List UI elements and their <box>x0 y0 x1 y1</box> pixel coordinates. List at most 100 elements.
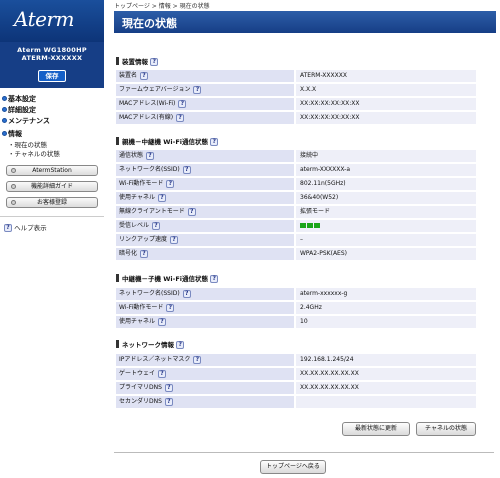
help-icon[interactable]: ? <box>140 249 149 258</box>
title-bar: 現在の状態 <box>114 11 496 33</box>
table-row: ネットワーク名(SSID)? aterm-XXXXXX-a <box>116 164 476 177</box>
help-link[interactable]: ? ヘルプ表示 <box>4 222 47 232</box>
refresh-button[interactable]: 最新状態に更新 <box>342 422 410 436</box>
row-key: Wi-Fi動作モード? <box>116 302 294 315</box>
button-label: 機能詳細ガイド <box>30 183 73 190</box>
help-icon[interactable]: ? <box>182 289 191 298</box>
table-row: Wi-Fi動作モード? 802.11n(5GHz) <box>116 178 476 191</box>
help-icon[interactable]: ? <box>193 85 202 94</box>
row-key: 使用チャネル? <box>116 192 294 205</box>
menu-item-basic-settings[interactable]: 基本設定 <box>2 94 36 104</box>
menu-label: メンテナンス <box>8 117 50 125</box>
help-label: ヘルプ表示 <box>14 224 47 232</box>
sidebar-divider <box>0 216 104 217</box>
menu-label: 情報 <box>8 130 22 138</box>
row-value: X.X.X <box>296 84 476 97</box>
help-icon[interactable]: ? <box>164 383 173 392</box>
help-icon[interactable]: ? <box>178 99 187 108</box>
row-value: 拡張モード <box>296 206 476 219</box>
back-to-top-button[interactable]: トップページへ戻る <box>260 460 326 474</box>
menu-item-advanced-settings[interactable]: 詳細設定 <box>2 105 36 115</box>
bullet-icon <box>2 107 7 112</box>
table-row: ネットワーク名(SSID)? aterm-xxxxxx-g <box>116 288 476 301</box>
row-key: ネットワーク名(SSID)? <box>116 288 294 301</box>
device-id: ATERM-XXXXXX <box>21 54 83 62</box>
help-icon[interactable]: ? <box>146 151 155 160</box>
section-header-device-info: 装置情報 ? <box>116 55 494 67</box>
help-icon[interactable]: ? <box>166 179 175 188</box>
atermstation-button[interactable]: AtermStation <box>6 165 98 176</box>
row-key: ネットワーク名(SSID)? <box>116 164 294 177</box>
radio-dot-icon <box>11 200 16 205</box>
aterm-logo: Aterm <box>14 7 75 31</box>
radio-dot-icon <box>11 184 16 189</box>
help-icon[interactable]: ? <box>164 397 173 406</box>
menu-label: 基本設定 <box>8 95 36 103</box>
section-marker <box>116 340 119 348</box>
help-icon[interactable]: ? <box>166 303 175 312</box>
save-button[interactable]: 保存 <box>38 70 66 82</box>
help-icon[interactable]: ? <box>140 71 149 80</box>
menu-item-info[interactable]: 情報 <box>2 129 22 139</box>
section-marker <box>116 274 119 282</box>
section-title: ネットワーク情報 ? <box>122 339 185 349</box>
row-value: ATERM-XXXXXX <box>296 70 476 83</box>
row-key: 通信状態? <box>116 150 294 163</box>
table-row: リンクアップ速度? – <box>116 234 476 247</box>
customer-registration-button[interactable]: お客様登録 <box>6 197 98 208</box>
table-row: 使用チャネル? 36&40(W52) <box>116 192 476 205</box>
section-header-parent-repeater-wifi: 親機－中継機 Wi-Fi通信状態 ? <box>116 135 494 147</box>
row-value: 802.11n(5GHz) <box>296 178 476 191</box>
table-row: 暗号化? WPA2-PSK(AES) <box>116 248 476 261</box>
table-row: プライマリDNS? XX.XX.XX.XX.XX.XX <box>116 382 476 395</box>
channel-status-button[interactable]: チャネルの状態 <box>416 422 476 436</box>
table-row: ファームウェアバージョン? X.X.X <box>116 84 476 97</box>
menu-item-maintenance[interactable]: メンテナンス <box>2 116 50 126</box>
table-row: 受信レベル? <box>116 220 476 233</box>
help-icon[interactable]: ? <box>150 58 159 66</box>
section-header-network-info: ネットワーク情報 ? <box>116 338 494 350</box>
row-key: ゲートウェイ? <box>116 368 294 381</box>
row-key: ファームウェアバージョン? <box>116 84 294 97</box>
section-marker <box>116 137 119 145</box>
row-value: WPA2-PSK(AES) <box>296 248 476 261</box>
section-title: 中継機－子機 Wi-Fi通信状態 ? <box>122 273 219 283</box>
table-row: MACアドレス(Wi-Fi)? XX:XX:XX:XX:XX:XX <box>116 98 476 111</box>
bullet-icon <box>2 131 7 136</box>
row-key: 装置名? <box>116 70 294 83</box>
help-icon[interactable]: ? <box>158 369 167 378</box>
row-key: プライマリDNS? <box>116 382 294 395</box>
help-icon[interactable]: ? <box>157 317 166 326</box>
row-key: セカンダリDNS? <box>116 396 294 409</box>
row-key: MACアドレス(有線)? <box>116 112 294 125</box>
row-key: MACアドレス(Wi-Fi)? <box>116 98 294 111</box>
row-value: – <box>296 234 476 247</box>
help-icon[interactable]: ? <box>176 113 185 122</box>
bullet-icon <box>2 118 7 123</box>
help-icon[interactable]: ? <box>152 221 161 230</box>
help-icon[interactable]: ? <box>157 193 166 202</box>
button-label: お客様登録 <box>36 199 67 206</box>
help-icon[interactable]: ? <box>210 275 219 283</box>
help-icon[interactable]: ? <box>210 138 219 146</box>
help-icon[interactable]: ? <box>193 355 202 364</box>
submenu-item-channel-status[interactable]: ・チャネルの状態 <box>8 148 60 158</box>
row-value: aterm-XXXXXX-a <box>296 164 476 177</box>
row-value: 接続中 <box>296 150 476 163</box>
table-row: セカンダリDNS? <box>116 396 476 409</box>
help-icon[interactable]: ? <box>182 165 191 174</box>
row-key: 暗号化? <box>116 248 294 261</box>
feature-guide-button[interactable]: 機能詳細ガイド <box>6 181 98 192</box>
help-icon[interactable]: ? <box>187 207 196 216</box>
section-title: 親機－中継機 Wi-Fi通信状態 ? <box>122 136 219 146</box>
page-title: 現在の状態 <box>122 17 177 30</box>
section-header-repeater-client-wifi: 中継機－子機 Wi-Fi通信状態 ? <box>116 272 494 284</box>
signal-bar-icon <box>314 222 320 228</box>
menu-label: 詳細設定 <box>8 106 36 114</box>
signal-bar-icon <box>300 222 306 228</box>
table-row: 通信状態? 接続中 <box>116 150 476 163</box>
divider <box>114 452 494 453</box>
help-icon[interactable]: ? <box>176 341 185 349</box>
help-icon[interactable]: ? <box>170 235 179 244</box>
button-label: AtermStation <box>32 167 72 174</box>
